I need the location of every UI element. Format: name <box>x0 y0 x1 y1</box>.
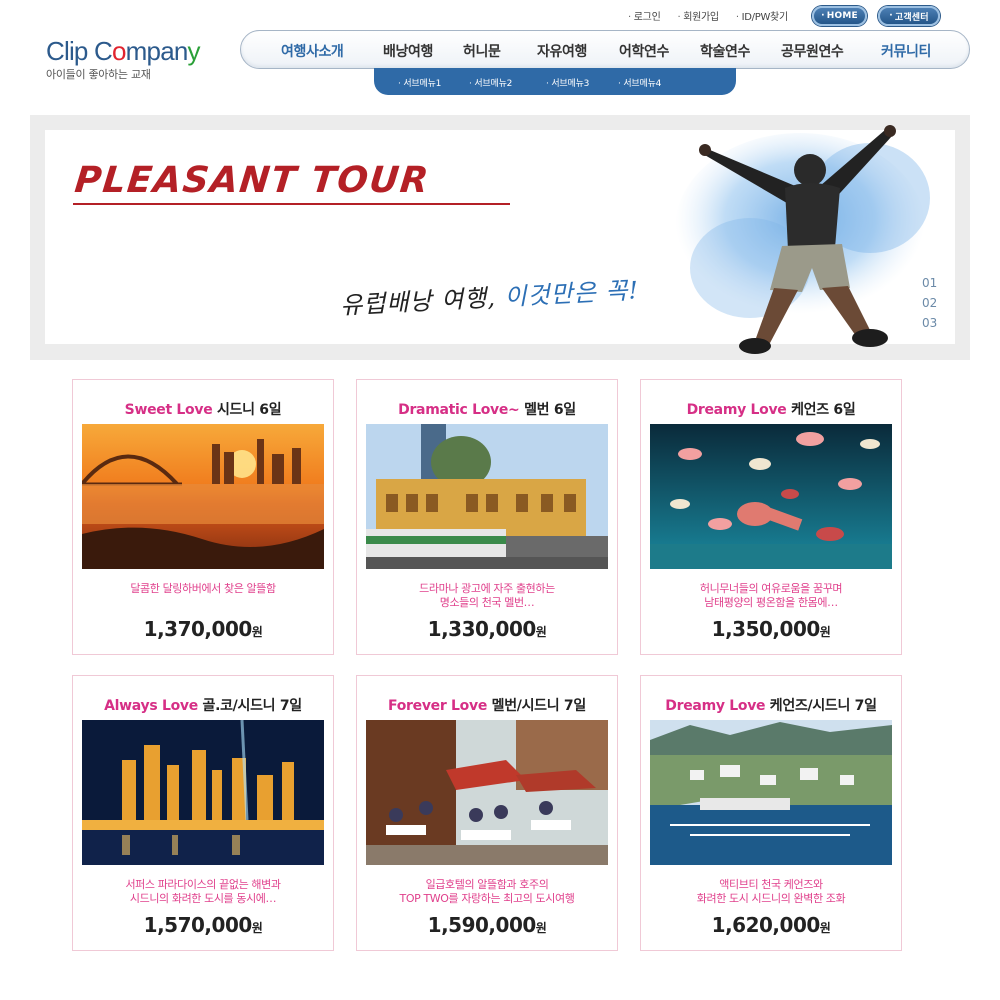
sub-nav-item-1[interactable]: 서브메뉴1 <box>398 76 441 89</box>
signup-link[interactable]: 회원가입 <box>677 8 719 23</box>
product-price: 1,590,000원 <box>427 913 547 937</box>
customer-center-button[interactable]: 고객센터 <box>878 6 940 26</box>
hero-subtitle: 유럽배낭 여행, 이것만은 꼭! <box>339 276 640 320</box>
product-price: 1,370,000원 <box>143 617 263 641</box>
product-card[interactable]: Always Love 골.코/시드니 7일 서퍼스 파라다이스의 끝없는 해변… <box>72 675 334 951</box>
logo[interactable]: Clip Company 아이들이 좋아하는 교재 <box>46 36 201 82</box>
product-title: Sweet Love 시드니 6일 <box>124 402 282 418</box>
sub-nav-item-2[interactable]: 서브메뉴2 <box>469 76 512 89</box>
product-image-street-cafe <box>366 720 608 865</box>
nav-item-backpacking[interactable]: 배낭여행 <box>383 41 433 61</box>
product-price: 1,350,000원 <box>711 617 831 641</box>
product-title: Dreamy Love 케언즈/시드니 7일 <box>665 698 877 714</box>
product-image-sydney-night-city <box>82 720 324 865</box>
nav-item-honeymoon[interactable]: 허니문 <box>463 41 501 61</box>
nav-item-civil-servant[interactable]: 공무원연수 <box>781 41 844 61</box>
hero-slide-indicator-1[interactable]: 01 <box>922 276 937 290</box>
product-card[interactable]: Forever Love 멜번/시드니 7일 일급호텔의 알뜰함과 호주의 TOP… <box>356 675 618 951</box>
logo-wordmark: Clip Company <box>46 36 201 66</box>
product-card[interactable]: Dreamy Love 케언즈 6일 허니무너들의 여유로움을 꿈꾸며 남태평양의… <box>640 379 902 655</box>
nav-item-company[interactable]: 여행사소개 <box>281 41 344 61</box>
logo-tagline: 아이들이 좋아하는 교재 <box>46 68 151 81</box>
hero-slide-indicator-2[interactable]: 02 <box>922 296 937 310</box>
utility-links: 로그인 회원가입 ID/PW찾기 <box>628 8 805 23</box>
nav-item-academic-study[interactable]: 학술연수 <box>700 41 750 61</box>
find-id-pw-link[interactable]: ID/PW찾기 <box>736 8 789 23</box>
product-title: Dramatic Love~ 멜번 6일 <box>398 402 576 418</box>
product-price: 1,570,000원 <box>143 913 263 937</box>
hero-title-underline <box>73 203 510 205</box>
home-button-label: HOME <box>826 11 858 21</box>
hero-slide-indicator-3[interactable]: 03 <box>922 316 937 330</box>
hero-title: PLEASANT TOUR <box>72 160 432 201</box>
home-button[interactable]: HOME <box>812 6 867 26</box>
product-description: 액티브티 천국 케언즈와 화려한 도시 시드니의 완벽한 조화 <box>696 878 846 905</box>
sub-nav: 서브메뉴1 서브메뉴2 서브메뉴3 서브메뉴4 <box>374 68 736 95</box>
product-image-cairns-coast <box>650 720 892 865</box>
jumping-man-image <box>675 125 930 354</box>
product-price: 1,620,000원 <box>711 913 831 937</box>
customer-center-label: 고객센터 <box>894 12 929 23</box>
main-nav: 여행사소개 배낭여행 허니문 자유여행 어학연수 학술연수 공무원연수 커뮤니티 <box>240 30 970 69</box>
nav-item-free-travel[interactable]: 자유여행 <box>537 41 587 61</box>
product-description: 허니무너들의 여유로움을 꿈꾸며 남태평양의 평온함을 한몸에… <box>699 582 843 609</box>
product-description: 드라마나 광고에 자주 출현하는 명소들의 천국 멜번… <box>419 582 555 609</box>
product-price: 1,330,000원 <box>427 617 547 641</box>
product-title: Always Love 골.코/시드니 7일 <box>104 698 302 714</box>
login-link[interactable]: 로그인 <box>628 8 661 23</box>
product-image-sydney-harbour-sunset <box>82 424 324 569</box>
product-card[interactable]: Dramatic Love~ 멜번 6일 드라마나 광고에 자주 출현하는 명소들… <box>356 379 618 655</box>
product-title: Dreamy Love 케언즈 6일 <box>686 402 856 418</box>
sub-nav-item-3[interactable]: 서브메뉴3 <box>546 76 589 89</box>
product-description: 서퍼스 파라다이스의 끝없는 해변과 시드니의 화려한 도시를 동시에… <box>125 878 281 905</box>
product-title: Forever Love 멜번/시드니 7일 <box>388 698 586 714</box>
nav-item-community[interactable]: 커뮤니티 <box>881 41 931 61</box>
nav-item-language-study[interactable]: 어학연수 <box>619 41 669 61</box>
product-image-melbourne-station <box>366 424 608 569</box>
product-image-reef-snorkeling <box>650 424 892 569</box>
product-card[interactable]: Sweet Love 시드니 6일 달콤한 달링하버에서 찾은 알뜰함 1,37… <box>72 379 334 655</box>
sub-nav-item-4[interactable]: 서브메뉴4 <box>618 76 661 89</box>
hero-banner: PLEASANT TOUR 유럽배낭 여행, 이것만은 꼭! 01 02 03 <box>45 125 955 354</box>
product-description: 일급호텔의 알뜰함과 호주의 TOP TWO를 자랑하는 최고의 도시여행 <box>399 878 575 905</box>
product-description: 달콤한 달링하버에서 찾은 알뜰함 <box>130 582 276 595</box>
product-card[interactable]: Dreamy Love 케언즈/시드니 7일 액티브티 천국 케언즈와 화려한 도… <box>640 675 902 951</box>
